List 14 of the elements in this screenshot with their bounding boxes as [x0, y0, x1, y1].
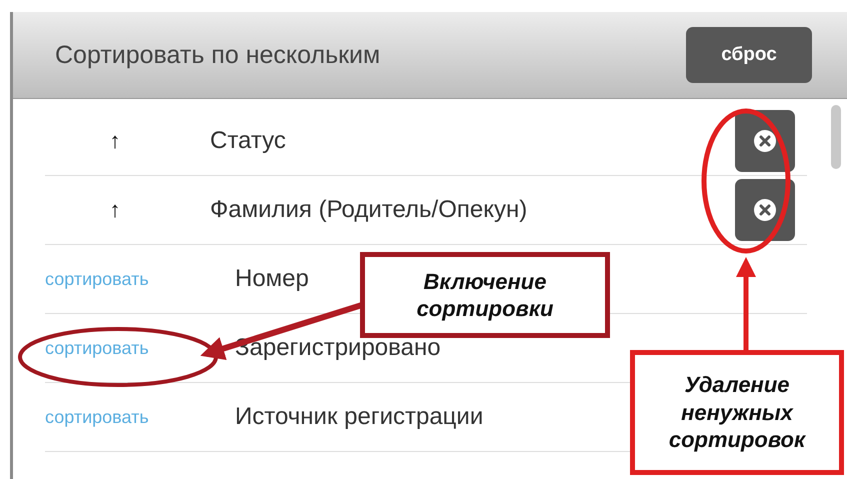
remove-sort-button[interactable]: [735, 179, 795, 241]
sort-field-label: Фамилия (Родитель/Опекун): [210, 196, 528, 224]
callout-note: Удаление ненужных сортировок: [630, 350, 844, 475]
remove-icon: [753, 129, 777, 153]
remove-icon: [753, 198, 777, 222]
panel-title: Сортировать по нескольким: [55, 40, 380, 70]
sort-field-label: Статус: [210, 127, 287, 155]
sort-direction[interactable]: ↑: [45, 128, 185, 154]
sort-field-label: Номер: [235, 265, 309, 293]
reset-button[interactable]: сброс: [686, 27, 812, 83]
scrollbar-thumb[interactable]: [831, 105, 841, 169]
sort-direction[interactable]: ↑: [45, 197, 185, 223]
callout-note: Включение сортировки: [360, 252, 610, 338]
sort-field-label: Источник регистрации: [235, 403, 484, 431]
